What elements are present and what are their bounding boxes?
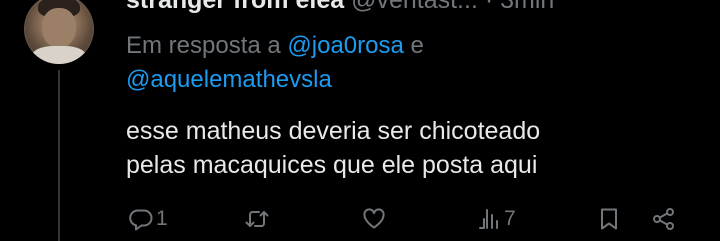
handle-and-time[interactable]: @veritast... · 3min <box>351 0 554 14</box>
retweet-icon <box>245 211 269 227</box>
heart-icon <box>363 208 385 229</box>
views-icon <box>479 209 498 229</box>
bookmark-button[interactable] <box>596 202 622 236</box>
reply-to-prefix: Em resposta a <box>126 32 288 59</box>
avatar-face <box>42 8 76 48</box>
tweet-header: stranger from elea @veritast... · 3min <box>126 0 554 14</box>
avatar-shirt <box>32 46 86 64</box>
avatar[interactable] <box>24 0 94 64</box>
mention-link[interactable]: @aquelemathevsla <box>126 66 332 93</box>
bookmark-icon <box>601 208 617 230</box>
like-button[interactable] <box>361 202 389 236</box>
views-count: 7 <box>504 207 516 230</box>
tweet-text-line: esse matheus deveria ser chicoteado <box>126 117 541 145</box>
reply-count: 1 <box>156 207 168 230</box>
reply-context: Em resposta a @joa0rosa e @aquelemathevs… <box>126 29 686 97</box>
retweet-button[interactable] <box>244 202 272 236</box>
reply-icon <box>129 209 153 231</box>
mention-link[interactable]: @joa0rosa <box>287 32 403 59</box>
display-name[interactable]: stranger from elea <box>126 0 344 14</box>
share-icon <box>653 208 674 230</box>
views-button[interactable]: 7 <box>476 202 516 236</box>
tweet-text-line: pelas macaquices que ele posta aqui <box>126 151 538 179</box>
reply-to-join: e <box>403 32 424 59</box>
action-bar: 1 7 <box>0 202 720 236</box>
more-options-icon[interactable] <box>672 0 702 10</box>
reply-button[interactable]: 1 <box>128 202 168 236</box>
share-button[interactable] <box>651 202 677 236</box>
tweet-text: esse matheus deveria ser chicoteado pela… <box>126 114 706 182</box>
